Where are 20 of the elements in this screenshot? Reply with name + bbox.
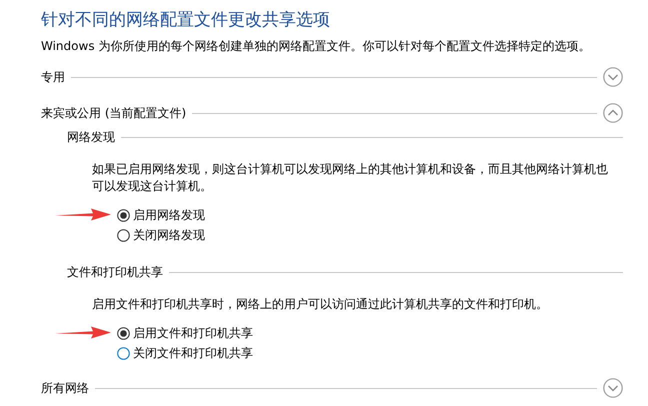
section-heading: 网络发现: [67, 128, 115, 146]
radio-label[interactable]: 关闭网络发现: [133, 226, 205, 244]
radio-label[interactable]: 启用文件和打印机共享: [133, 324, 253, 342]
radio-label[interactable]: 启用网络发现: [133, 206, 205, 224]
radio-button[interactable]: [117, 326, 130, 340]
expand-chevron-icon[interactable]: [603, 378, 623, 398]
radio-button[interactable]: [117, 228, 130, 242]
profile-label: 所有网络: [41, 380, 89, 396]
profile-label: 专用: [41, 68, 65, 86]
page-title: 针对不同的网络配置文件更改共享选项: [41, 9, 331, 31]
radio-label[interactable]: 关闭文件和打印机共享: [133, 344, 253, 362]
expand-chevron-icon[interactable]: [603, 67, 623, 87]
radio-button[interactable]: [117, 346, 130, 360]
section-heading: 文件和打印机共享: [67, 264, 163, 280]
radio-button[interactable]: [117, 208, 130, 222]
section-description: 启用文件和打印机共享时，网络上的用户可以访问通过此计算机共享的文件和打印机。: [92, 296, 549, 313]
profile-label: 来宾或公用 (当前配置文件): [41, 104, 186, 122]
collapse-chevron-icon[interactable]: [603, 103, 623, 123]
page-description: Windows 为你所使用的每个网络创建单独的网络配置文件。你可以针对每个配置文件选择特定的选项。: [41, 38, 592, 55]
section-description: 如果已启用网络发现，则这台计算机可以发现网络上的其他计算机和设备，而且其他网络计算机也可以发现这台计算机。: [92, 161, 609, 195]
